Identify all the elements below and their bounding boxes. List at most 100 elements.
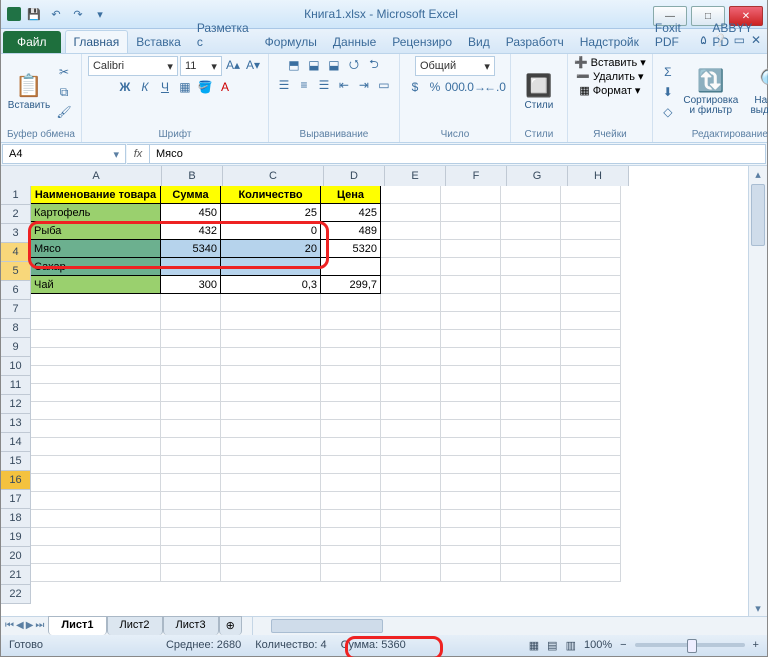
cell-G22[interactable]	[501, 564, 561, 582]
cell-F3[interactable]	[441, 222, 501, 240]
tab-insert[interactable]: Вставка	[128, 31, 189, 53]
wrap-text-icon[interactable]: ⮌	[365, 56, 383, 74]
indent-inc-icon[interactable]: ⇥	[355, 76, 373, 94]
cell-A10[interactable]	[31, 348, 161, 366]
cell-F20[interactable]	[441, 528, 501, 546]
cell-E22[interactable]	[381, 564, 441, 582]
sheet-tab-2[interactable]: Лист2	[107, 616, 163, 635]
cell-E4[interactable]	[381, 240, 441, 258]
autosum-icon[interactable]: Σ	[659, 63, 677, 81]
zoom-slider[interactable]	[635, 643, 745, 647]
currency-icon[interactable]: $	[406, 78, 424, 96]
cell-E19[interactable]	[381, 510, 441, 528]
cell-H8[interactable]	[561, 312, 621, 330]
scroll-down-icon[interactable]: ▾	[749, 600, 767, 616]
select-all-corner[interactable]	[1, 166, 32, 187]
align-top-icon[interactable]: ⬒	[285, 56, 303, 74]
worksheet-grid[interactable]: ABCDEFGH 1234567891011121314151617181920…	[1, 166, 767, 616]
cell-D10[interactable]	[321, 348, 381, 366]
font-size-combo[interactable]: 11▾	[180, 56, 222, 76]
cell-G21[interactable]	[501, 546, 561, 564]
cell-E7[interactable]	[381, 294, 441, 312]
row-header-7[interactable]: 7	[1, 300, 31, 319]
cell-G4[interactable]	[501, 240, 561, 258]
cell-B3[interactable]: 432	[161, 222, 221, 240]
cell-E13[interactable]	[381, 402, 441, 420]
cell-G8[interactable]	[501, 312, 561, 330]
cell-H12[interactable]	[561, 384, 621, 402]
cell-B17[interactable]	[161, 474, 221, 492]
cell-D3[interactable]: 489	[321, 222, 381, 240]
cell-C22[interactable]	[221, 564, 321, 582]
cell-B6[interactable]: 300	[161, 276, 221, 294]
row-header-4[interactable]: 4	[1, 243, 31, 262]
cell-H14[interactable]	[561, 420, 621, 438]
cell-C21[interactable]	[221, 546, 321, 564]
cell-F15[interactable]	[441, 438, 501, 456]
cell-A13[interactable]	[31, 402, 161, 420]
cell-H17[interactable]	[561, 474, 621, 492]
cell-E9[interactable]	[381, 330, 441, 348]
view-layout-icon[interactable]: ▤	[547, 639, 557, 652]
cell-H4[interactable]	[561, 240, 621, 258]
grow-font-icon[interactable]: A▴	[224, 56, 242, 74]
col-header-G[interactable]: G	[507, 166, 568, 187]
cell-H16[interactable]	[561, 456, 621, 474]
cell-D12[interactable]	[321, 384, 381, 402]
cell-A22[interactable]	[31, 564, 161, 582]
cell-C17[interactable]	[221, 474, 321, 492]
copy-icon[interactable]: ⧉	[55, 83, 73, 101]
cell-H1[interactable]	[561, 186, 621, 204]
col-header-B[interactable]: B	[162, 166, 223, 187]
cell-F21[interactable]	[441, 546, 501, 564]
scroll-up-icon[interactable]: ▴	[749, 166, 767, 182]
cell-B1[interactable]: Сумма	[161, 186, 221, 204]
cell-B13[interactable]	[161, 402, 221, 420]
cell-H7[interactable]	[561, 294, 621, 312]
cell-C1[interactable]: Количество	[221, 186, 321, 204]
cell-E3[interactable]	[381, 222, 441, 240]
cell-E5[interactable]	[381, 258, 441, 276]
cell-F22[interactable]	[441, 564, 501, 582]
row-header-15[interactable]: 15	[1, 452, 31, 471]
cell-A18[interactable]	[31, 492, 161, 510]
cell-A1[interactable]: Наименование товара	[31, 186, 161, 204]
cell-A7[interactable]	[31, 294, 161, 312]
row-header-12[interactable]: 12	[1, 395, 31, 414]
cell-A15[interactable]	[31, 438, 161, 456]
cell-B16[interactable]	[161, 456, 221, 474]
cell-B11[interactable]	[161, 366, 221, 384]
cell-F13[interactable]	[441, 402, 501, 420]
cells-area[interactable]: Наименование товараСуммаКоличествоЦенаКа…	[31, 186, 749, 616]
cell-E16[interactable]	[381, 456, 441, 474]
cell-D22[interactable]	[321, 564, 381, 582]
cell-D17[interactable]	[321, 474, 381, 492]
cell-F2[interactable]	[441, 204, 501, 222]
percent-icon[interactable]: %	[426, 78, 444, 96]
cell-A11[interactable]	[31, 366, 161, 384]
shrink-font-icon[interactable]: A▾	[244, 56, 262, 74]
underline-button[interactable]: Ч	[156, 78, 174, 96]
cell-C13[interactable]	[221, 402, 321, 420]
cell-D19[interactable]	[321, 510, 381, 528]
cell-F4[interactable]	[441, 240, 501, 258]
col-header-E[interactable]: E	[385, 166, 446, 187]
cell-A2[interactable]: Картофель	[31, 204, 161, 222]
cell-G12[interactable]	[501, 384, 561, 402]
cell-F6[interactable]	[441, 276, 501, 294]
column-headers[interactable]: ABCDEFGH	[31, 166, 749, 186]
cell-B12[interactable]	[161, 384, 221, 402]
zoom-in-button[interactable]: +	[753, 639, 759, 651]
format-painter-icon[interactable]: 🖌	[55, 103, 73, 121]
qat-dropdown-icon[interactable]: ▾	[91, 5, 109, 23]
cell-D5[interactable]	[321, 258, 381, 276]
row-header-3[interactable]: 3	[1, 224, 31, 243]
sheet-nav-buttons[interactable]: ⏮ ◀ ▶ ⏭	[1, 617, 48, 635]
tab-home[interactable]: Главная	[65, 30, 129, 53]
tab-addins[interactable]: Надстройк	[572, 31, 647, 53]
cell-H21[interactable]	[561, 546, 621, 564]
new-sheet-button[interactable]: ⊕	[219, 616, 242, 635]
cell-E12[interactable]	[381, 384, 441, 402]
view-pagebreak-icon[interactable]: ▥	[566, 639, 576, 652]
cell-B9[interactable]	[161, 330, 221, 348]
